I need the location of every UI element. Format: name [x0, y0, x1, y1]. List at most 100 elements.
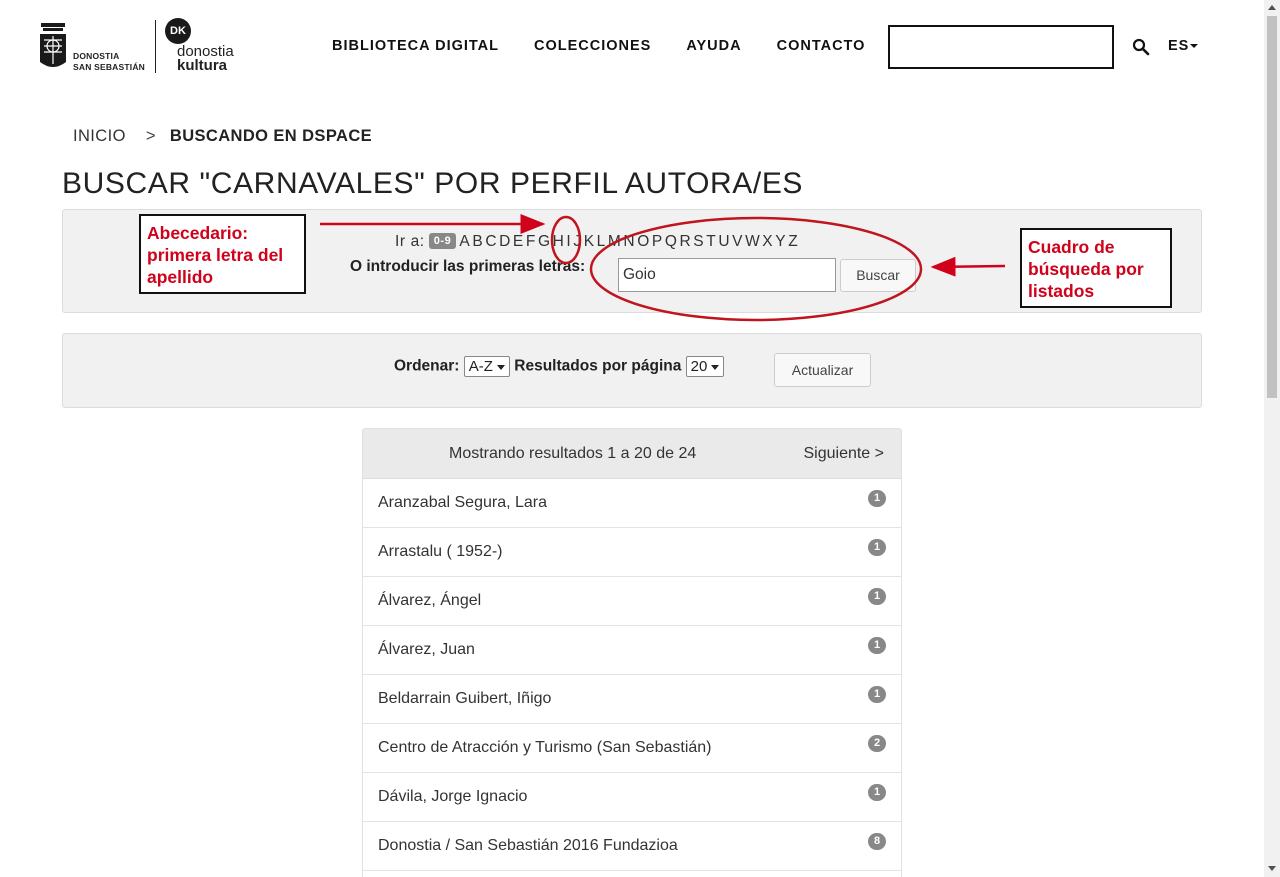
dk-logo-mark: DK [165, 18, 191, 44]
letter-link-z[interactable]: Z [788, 233, 798, 250]
nav-contacto[interactable]: CONTACTO [777, 38, 866, 54]
donostia-kultura-logo[interactable]: DK donostia kultura [165, 18, 245, 76]
author-link[interactable]: Álvarez, Juan [378, 641, 475, 659]
letter-link-w[interactable]: W [745, 233, 760, 250]
next-page-link[interactable]: Siguiente > [803, 445, 884, 463]
letter-link-u[interactable]: U [718, 233, 730, 250]
buscar-button[interactable]: Buscar [840, 259, 916, 292]
crest-icon [40, 23, 66, 67]
letter-link-d[interactable]: D [499, 233, 511, 250]
letter-link-v[interactable]: V [732, 233, 743, 250]
order-select[interactable]: A-Z [463, 356, 510, 377]
scroll-thumb[interactable] [1267, 16, 1277, 398]
count-badge: 2 [868, 735, 886, 752]
annotation-line: primera letra del [147, 245, 284, 265]
letter-link-t[interactable]: T [706, 233, 716, 250]
rpp-select[interactable]: 20 [685, 356, 725, 377]
letter-link-k[interactable]: K [584, 233, 595, 250]
letter-link-x[interactable]: X [762, 233, 773, 250]
order-label: Ordenar: [394, 357, 460, 375]
results-info: Mostrando resultados 1 a 20 de 24 [449, 445, 697, 462]
donostia-logo-text: DONOSTIA SAN SEBASTIÁN [73, 51, 145, 73]
letter-link-o[interactable]: O [637, 233, 650, 250]
letter-link-y[interactable]: Y [775, 233, 786, 250]
language-label: ES [1168, 38, 1190, 54]
dk-logo-sub: kultura [177, 57, 228, 74]
nav-biblioteca-digital[interactable]: BIBLIOTECA DIGITAL [332, 38, 499, 54]
count-badge: 8 [868, 833, 886, 850]
results-header: Mostrando resultados 1 a 20 de 24 Siguie… [363, 429, 901, 479]
caret-down-icon [1190, 44, 1199, 49]
logo-line-2: SAN SEBASTIÁN [73, 62, 146, 72]
count-badge: 1 [868, 539, 886, 556]
letter-links: ABCDEFGHIJKLMNOPQRSTUVWXYZ [459, 233, 800, 250]
page-title: BUSCAR "CARNAVALES" POR PERFIL AUTORA/ES [62, 167, 804, 200]
rpp-label: Resultados por página [514, 357, 682, 375]
list-item: Arrastalu ( 1952-) 1 [363, 528, 901, 577]
annotation-line: búsqueda por [1028, 259, 1144, 279]
letter-link-m[interactable]: M [608, 233, 622, 250]
scroll-down-icon[interactable] [1268, 866, 1276, 871]
letter-link-f[interactable]: F [526, 233, 536, 250]
author-link[interactable]: Centro de Atracción y Turismo (San Sebas… [378, 739, 712, 757]
letter-link-l[interactable]: L [597, 233, 606, 250]
letter-link-n[interactable]: N [623, 233, 635, 250]
letter-link-q[interactable]: Q [665, 233, 678, 250]
sort-row: Ordenar: A-Z Resultados por página 20 [394, 356, 725, 377]
results-list: Mostrando resultados 1 a 20 de 24 Siguie… [362, 428, 902, 877]
author-link[interactable]: Beldarrain Guibert, Iñigo [378, 690, 551, 708]
author-link[interactable]: Álvarez, Ángel [378, 592, 481, 610]
rpp-value: 20 [690, 358, 708, 375]
order-value: A-Z [468, 358, 493, 375]
letter-link-h[interactable]: H [553, 233, 565, 250]
scroll-up-icon[interactable] [1268, 5, 1276, 10]
site-header: DONOSTIA SAN SEBASTIÁN DK donostia kultu… [0, 0, 1264, 95]
logo-line-1: DONOSTIA [73, 51, 120, 61]
count-badge: 1 [868, 588, 886, 605]
language-selector[interactable]: ES [1168, 38, 1199, 54]
breadcrumb-home[interactable]: INICIO [73, 127, 126, 145]
annotation-line: apellido [147, 267, 214, 287]
author-link[interactable]: Dávila, Jorge Ignacio [378, 788, 527, 806]
count-badge: 1 [868, 490, 886, 507]
list-item: Beldarrain Guibert, Iñigo 1 [363, 675, 901, 724]
breadcrumb-separator: > [145, 127, 156, 145]
nav-ayuda[interactable]: AYUDA [686, 38, 741, 54]
annotation-cuadro: Cuadro de búsqueda por listados [1020, 228, 1172, 308]
starts-with-input[interactable] [618, 258, 836, 292]
letter-link-a[interactable]: A [459, 233, 470, 250]
header-search-input[interactable] [888, 25, 1114, 69]
main-nav: BIBLIOTECA DIGITAL COLECCIONES AYUDA CON… [332, 38, 900, 54]
author-link[interactable]: Arrastalu ( 1952-) [378, 543, 503, 561]
search-icon[interactable] [1132, 38, 1150, 56]
count-badge: 1 [868, 637, 886, 654]
annotation-line: Cuadro de [1028, 237, 1115, 257]
annotation-line: listados [1028, 281, 1095, 301]
count-badge: 1 [868, 784, 886, 801]
actualizar-button[interactable]: Actualizar [774, 353, 871, 387]
starts-with-label: O introducir las primeras letras: [350, 258, 586, 275]
letter-link-e[interactable]: E [513, 233, 524, 250]
jump-digits[interactable]: 0-9 [428, 233, 457, 249]
results-rows: Aranzabal Segura, Lara 1 Arrastalu ( 1952-… [363, 479, 901, 871]
page-scrollbar[interactable] [1264, 0, 1280, 877]
letter-link-i[interactable]: I [566, 233, 571, 250]
list-item: Aranzabal Segura, Lara 1 [363, 479, 901, 528]
sort-panel: Ordenar: A-Z Resultados por página 20 Ac… [62, 333, 1202, 408]
letter-link-g[interactable]: G [538, 233, 551, 250]
count-badge: 1 [868, 686, 886, 703]
letter-link-s[interactable]: S [693, 233, 704, 250]
letter-link-c[interactable]: C [485, 233, 497, 250]
list-item: Donostia / San Sebastián 2016 Fundazioa 8 [363, 822, 901, 871]
annotation-abecedario: Abecedario: primera letra del apellido [139, 214, 306, 294]
breadcrumb-current: BUSCANDO EN DSPACE [169, 127, 373, 145]
letter-link-r[interactable]: R [679, 233, 691, 250]
letter-link-p[interactable]: P [652, 233, 663, 250]
letter-link-j[interactable]: J [573, 233, 581, 250]
nav-colecciones[interactable]: COLECCIONES [534, 38, 651, 54]
author-link[interactable]: Donostia / San Sebastián 2016 Fundazioa [378, 837, 678, 855]
logo-divider [155, 20, 156, 73]
donostia-logo[interactable]: DONOSTIA SAN SEBASTIÁN [38, 22, 150, 74]
author-link[interactable]: Aranzabal Segura, Lara [378, 494, 547, 512]
letter-link-b[interactable]: B [472, 233, 483, 250]
